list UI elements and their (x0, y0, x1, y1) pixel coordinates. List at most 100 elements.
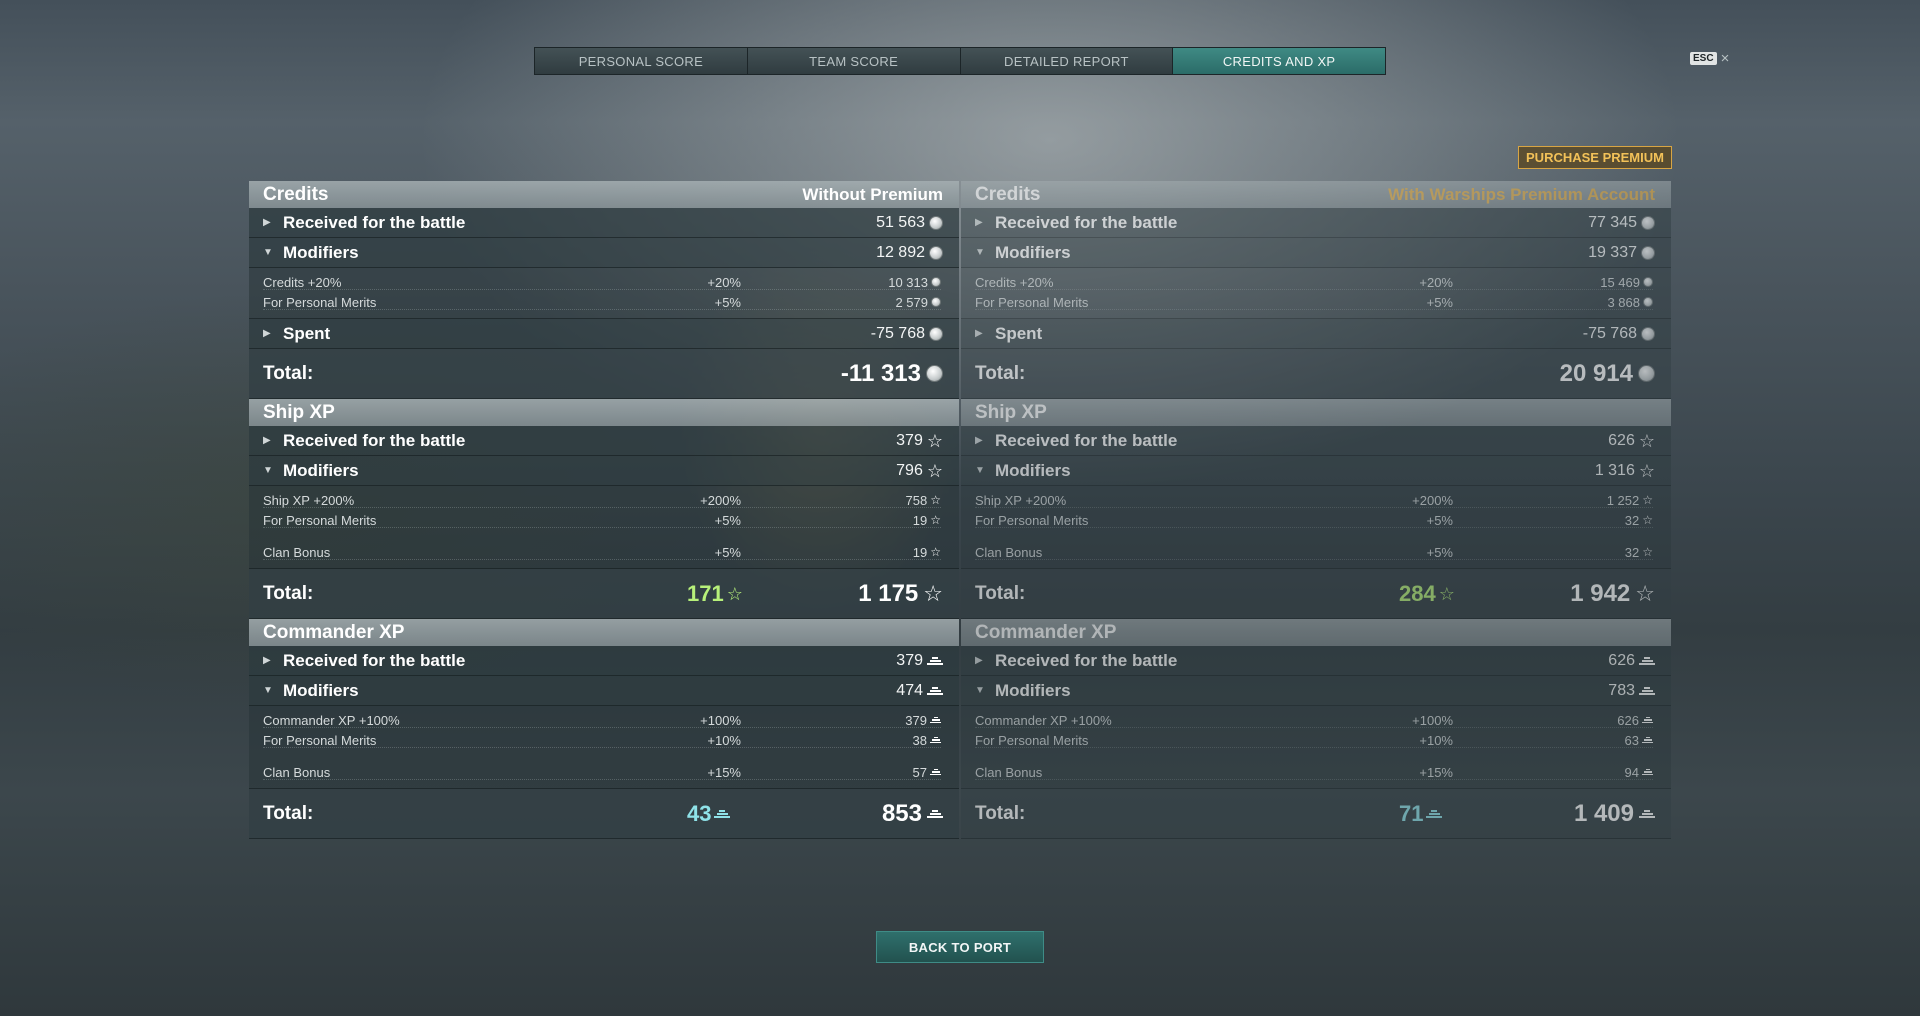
total-label: Total: (263, 582, 314, 604)
collapse-arrow-icon[interactable]: ▼ (263, 465, 275, 476)
close-icon[interactable]: × (1721, 50, 1730, 67)
commander-xp-icon (1642, 736, 1653, 744)
ship-xp-modifiers-row[interactable]: ▼ Modifiers 796 ☆ (249, 456, 959, 486)
row-label: Received for the battle (995, 430, 1178, 450)
credits-modifiers-row[interactable]: ▼ Modifiers 19 337 (961, 238, 1671, 268)
detail-percent: +5% (1426, 544, 1453, 560)
expand-arrow-icon[interactable]: ▶ (263, 655, 275, 666)
credits-modifier-details: Credits +20% +20% 15 469 For Personal Me… (961, 268, 1671, 319)
detail-value: 63 (1624, 732, 1639, 748)
detail-label: Ship XP +200% (263, 492, 355, 508)
ship-xp-modifiers-row[interactable]: ▼ Modifiers 1 316 ☆ (961, 456, 1671, 486)
tab-detailed-report[interactable]: DETAILED REPORT (960, 48, 1174, 74)
commander-xp-total-row: Total: 71 1 409 (961, 789, 1671, 839)
detail-row: For Personal Merits +5% 3 868 (961, 292, 1671, 312)
row-value: 379 (896, 431, 923, 449)
collapse-arrow-icon[interactable]: ▼ (975, 247, 987, 258)
purchase-premium-button[interactable]: PURCHASE PREMIUM (1518, 146, 1672, 169)
detail-percent: +100% (700, 712, 741, 728)
collapse-arrow-icon[interactable]: ▼ (263, 247, 275, 258)
credits-received-row[interactable]: ▶ Received for the battle 77 345 (961, 208, 1671, 238)
back-to-port-button[interactable]: BACK TO PORT (876, 931, 1044, 963)
section-title: Commander XP (263, 621, 405, 643)
row-value: 783 (1608, 681, 1635, 699)
detail-percent: +15% (1419, 764, 1453, 780)
results-tabs: PERSONAL SCORE TEAM SCORE DETAILED REPOR… (534, 47, 1386, 75)
commander-xp-icon (930, 768, 941, 776)
row-label: Spent (995, 323, 1043, 343)
close-control[interactable]: ESC × (1690, 50, 1729, 67)
credits-spent-row[interactable]: ▶ Spent -75 768 (961, 319, 1671, 349)
xp-star-icon: ☆ (923, 580, 943, 606)
expand-arrow-icon[interactable]: ▶ (263, 435, 275, 446)
commander-xp-modifiers-row[interactable]: ▼ Modifiers 783 (961, 676, 1671, 706)
detail-row: Clan Bonus +15% 94 (961, 762, 1671, 782)
xp-star-icon: ☆ (926, 460, 943, 481)
section-title: Credits (263, 183, 329, 205)
credits-modifiers-row[interactable]: ▼ Modifiers 12 892 (249, 238, 959, 268)
row-value: 474 (896, 681, 923, 699)
detail-percent: +5% (1426, 294, 1453, 310)
credits-icon (1643, 297, 1653, 307)
detail-value: 38 (912, 732, 927, 748)
row-label: Modifiers (995, 242, 1071, 262)
commander-xp-received-row[interactable]: ▶ Received for the battle 626 (961, 646, 1671, 676)
tab-personal-score[interactable]: PERSONAL SCORE (535, 48, 748, 74)
credits-spent-row[interactable]: ▶ Spent -75 768 (249, 319, 959, 349)
credits-icon (929, 245, 943, 260)
ship-xp-total-row: Total: 284 ☆ 1 942 ☆ (961, 569, 1671, 619)
detail-label: For Personal Merits (975, 732, 1089, 748)
section-title: Ship XP (263, 401, 335, 423)
detail-percent: +5% (714, 512, 741, 528)
commander-xp-icon (927, 656, 943, 665)
commander-xp-icon (1426, 809, 1443, 818)
detail-label: Clan Bonus (263, 764, 331, 780)
detail-row: Clan Bonus +5% 32 ☆ (961, 542, 1671, 562)
ship-xp-modifier-details: Ship XP +200% +200% 758 ☆ For Personal Me… (249, 486, 959, 569)
detail-value: 32 (1624, 512, 1640, 528)
row-value: -75 768 (1582, 324, 1637, 342)
credits-icon (929, 215, 943, 230)
commander-xp-modifier-details: Commander XP +100% +100% 626 For Persona… (961, 706, 1671, 789)
expand-arrow-icon[interactable]: ▶ (975, 435, 987, 446)
expand-arrow-icon[interactable]: ▶ (975, 217, 987, 228)
commander-xp-icon (1642, 768, 1653, 776)
credits-icon (1638, 365, 1655, 382)
expand-arrow-icon[interactable]: ▶ (263, 217, 275, 228)
commander-xp-total-row: Total: 43 853 (249, 789, 959, 839)
expand-arrow-icon[interactable]: ▶ (975, 655, 987, 666)
collapse-arrow-icon[interactable]: ▼ (263, 685, 275, 696)
xp-star-icon: ☆ (1642, 545, 1653, 559)
row-value: 796 (896, 461, 923, 479)
with-premium-column: Credits With Warships Premium Account ▶ R… (961, 181, 1671, 839)
total-label: Total: (263, 362, 314, 384)
ship-xp-received-row[interactable]: ▶ Received for the battle 626 ☆ (961, 426, 1671, 456)
tab-credits-and-xp[interactable]: CREDITS AND XP (1173, 48, 1385, 74)
detail-percent: +20% (1419, 274, 1453, 290)
commander-xp-received-row[interactable]: ▶ Received for the battle 379 (249, 646, 959, 676)
section-title: Credits (975, 183, 1041, 205)
tab-team-score[interactable]: TEAM SCORE (747, 48, 961, 74)
detail-label: For Personal Merits (263, 512, 377, 528)
credits-received-row[interactable]: ▶ Received for the battle 51 563 (249, 208, 959, 238)
row-value: -75 768 (870, 324, 925, 342)
collapse-arrow-icon[interactable]: ▼ (975, 685, 987, 696)
expand-arrow-icon[interactable]: ▶ (975, 328, 987, 339)
detail-row: Clan Bonus +15% 57 (249, 762, 959, 782)
detail-label: For Personal Merits (263, 294, 377, 310)
bonus-xp-value: 284 ☆ (1399, 581, 1529, 607)
bonus-xp-value: 171 ☆ (687, 581, 817, 607)
commander-xp-icon (1642, 716, 1653, 724)
row-value: 1 316 (1594, 461, 1635, 479)
xp-star-icon: ☆ (1438, 583, 1455, 604)
collapse-arrow-icon[interactable]: ▼ (975, 465, 987, 476)
expand-arrow-icon[interactable]: ▶ (263, 328, 275, 339)
detail-percent: +5% (1426, 512, 1453, 528)
detail-label: Clan Bonus (975, 764, 1043, 780)
bonus-xp-value: 43 (687, 801, 817, 827)
ship-xp-header: Ship XP (249, 399, 959, 426)
detail-row: For Personal Merits +5% 2 579 (249, 292, 959, 312)
commander-xp-modifiers-row[interactable]: ▼ Modifiers 474 (249, 676, 959, 706)
row-label: Received for the battle (283, 212, 466, 232)
ship-xp-received-row[interactable]: ▶ Received for the battle 379 ☆ (249, 426, 959, 456)
